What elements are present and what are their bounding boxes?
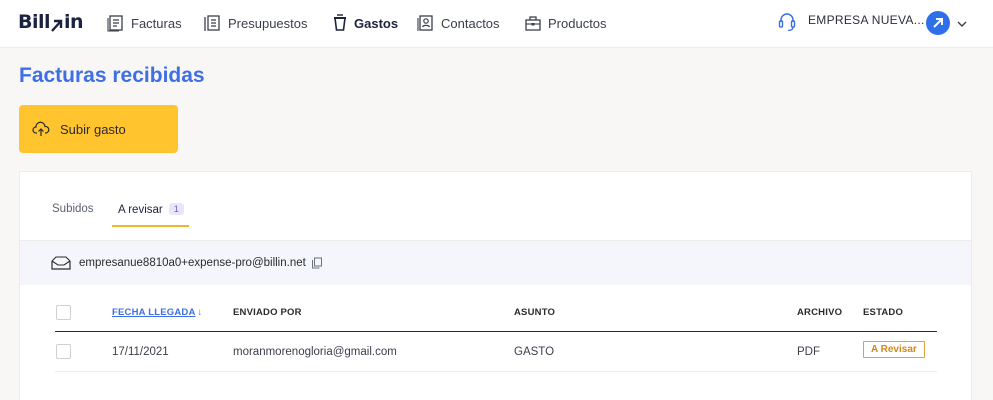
nav-presupuestos[interactable]: Presupuestos (204, 12, 308, 34)
expense-cup-icon (334, 14, 346, 31)
envelope-icon (51, 256, 71, 270)
row-checkbox[interactable] (56, 344, 71, 359)
logo-text-left: Bill (18, 11, 51, 33)
row-sender[interactable]: moranmorenogloria@gmail.com (233, 346, 397, 358)
nav-facturas[interactable]: Facturas (107, 12, 182, 34)
tab-subidos[interactable]: Subidos (52, 203, 94, 215)
nav-gastos[interactable]: Gastos (332, 12, 398, 34)
column-header-asunto: ASUNTO (514, 307, 556, 318)
nav-contactos[interactable]: Contactos (417, 12, 500, 34)
budget-icon (204, 15, 220, 31)
tab-a-revisar-label: A revisar (118, 204, 163, 216)
row-subject[interactable]: GASTO (514, 346, 554, 358)
cloud-upload-icon (32, 121, 50, 136)
chevron-down-icon[interactable] (957, 16, 967, 34)
expenses-card: Subidos A revisar 1 empresanue8810a0+expe… (19, 171, 972, 400)
column-header-archivo: ARCHIVO (797, 307, 843, 318)
invoice-icon (107, 15, 123, 32)
table-row-divider (55, 371, 937, 372)
sort-down-arrow-icon: ↓ (197, 307, 203, 318)
company-name[interactable]: EMPRESA NUEVA... (808, 13, 925, 27)
row-date[interactable]: 17/11/2021 (112, 346, 169, 358)
select-all-checkbox[interactable] (56, 305, 71, 320)
nav-productos-label: Productos (548, 15, 607, 31)
row-file[interactable]: PDF (797, 346, 820, 358)
column-header-enviado: ENVIADO POR (233, 307, 302, 318)
active-tab-underline (112, 225, 189, 227)
billin-logo[interactable]: Bill in (18, 11, 84, 33)
products-icon (525, 16, 541, 31)
inbox-email-address: empresanue8810a0+expense-pro@billin.net (79, 257, 306, 269)
tab-a-revisar[interactable]: A revisar 1 (118, 203, 184, 216)
nav-facturas-label: Facturas (131, 15, 182, 31)
upload-expense-button[interactable]: Subir gasto (19, 105, 178, 153)
headset-icon[interactable] (778, 11, 796, 38)
table-header-divider (55, 331, 937, 332)
logo-text-right: in (64, 11, 84, 33)
nav-productos[interactable]: Productos (524, 12, 607, 34)
avatar[interactable] (926, 11, 950, 35)
tab-subidos-label: Subidos (52, 203, 94, 215)
nav-presupuestos-label: Presupuestos (228, 15, 308, 31)
contacts-icon (417, 15, 433, 31)
copy-icon[interactable] (311, 257, 323, 269)
top-navbar: Bill in Facturas Presupuestos Gastos Con… (0, 0, 993, 48)
arrow-up-right-icon (933, 18, 943, 28)
page-title: Facturas recibidas (19, 64, 205, 87)
nav-gastos-label: Gastos (354, 15, 399, 31)
column-header-estado: ESTADO (863, 307, 904, 318)
column-header-fecha[interactable]: FECHA LLEGADA ↓ (112, 307, 202, 318)
upload-expense-label: Subir gasto (60, 121, 126, 137)
nav-contactos-label: Contactos (441, 15, 500, 31)
column-header-fecha-label: FECHA LLEGADA (112, 307, 196, 318)
tab-count-badge: 1 (168, 203, 184, 215)
logo-arrow-mark (51, 15, 63, 32)
inbox-email-bar: empresanue8810a0+expense-pro@billin.net (20, 241, 971, 285)
status-badge[interactable]: A Revisar (863, 341, 925, 358)
